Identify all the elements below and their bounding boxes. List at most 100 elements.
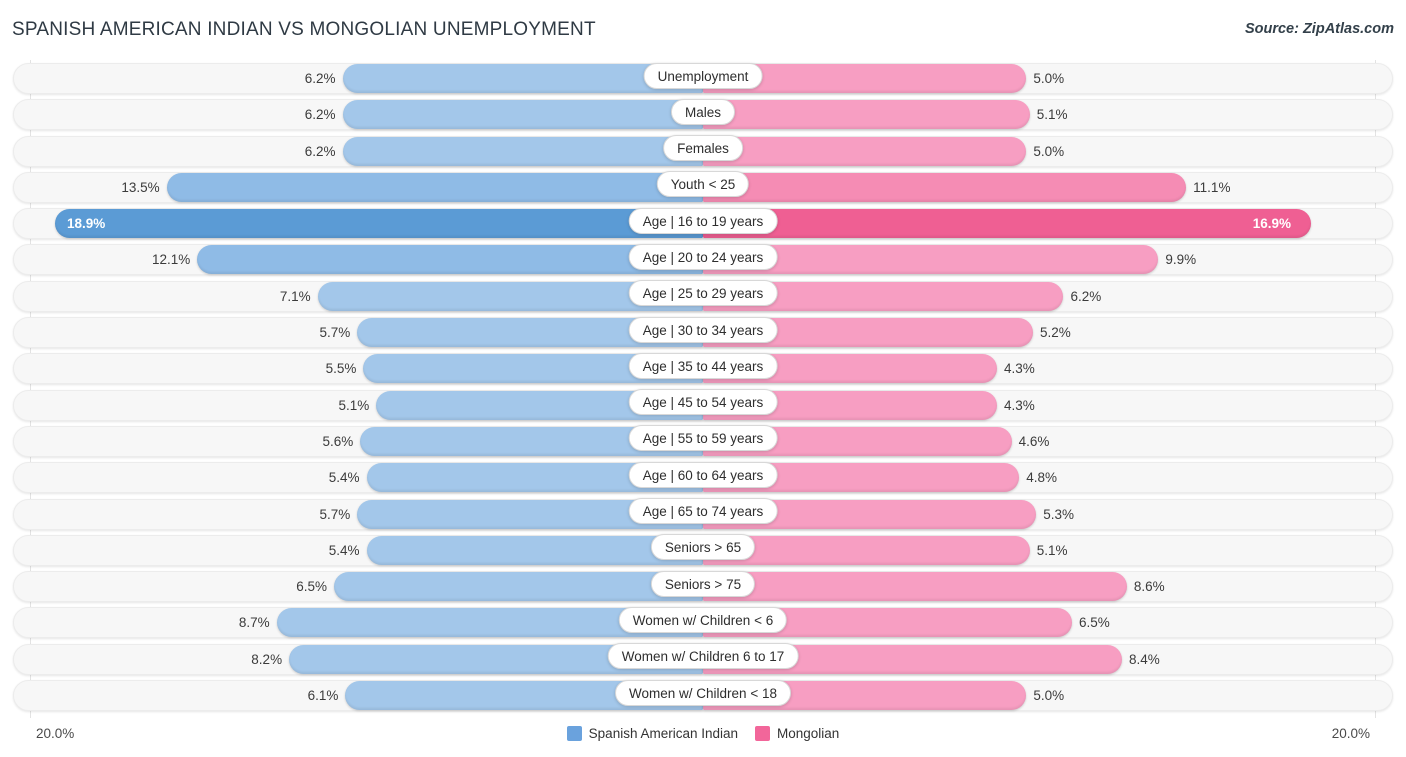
value-label-left: 5.4% — [328, 470, 360, 486]
legend-swatch-icon — [755, 726, 771, 741]
legend-label: Mongolian — [777, 726, 840, 741]
bar-spanish-american-indian[interactable] — [342, 136, 703, 166]
row-category-label[interactable]: Age | 35 to 44 years — [628, 352, 778, 379]
row-category-label[interactable]: Age | 45 to 54 years — [628, 389, 778, 416]
row-bars: 13.5% 11.1% Youth < 25 — [0, 171, 1406, 202]
row-bars: 5.5% 4.3% Age | 35 to 44 years — [0, 352, 1406, 384]
bar-spanish-american-indian[interactable] — [342, 100, 703, 130]
table-row[interactable]: 6.2% 5.1% Males — [0, 96, 1406, 132]
bar-spanish-american-indian[interactable] — [166, 172, 703, 202]
value-label-right: 5.0% — [1033, 688, 1065, 704]
bar-mongolian[interactable] — [703, 100, 1030, 130]
row-bars: 6.2% 5.0% Unemployment — [0, 62, 1406, 93]
bar-spanish-american-indian[interactable] — [334, 572, 703, 602]
row-category-label[interactable]: Age | 25 to 29 years — [628, 280, 778, 307]
value-label-right: 8.6% — [1133, 579, 1165, 595]
row-category-label[interactable]: Females — [663, 135, 743, 162]
value-label-left: 5.6% — [322, 433, 354, 449]
table-row[interactable]: 8.7% 6.5% Women w/ Children < 6 — [0, 604, 1406, 640]
table-row[interactable]: 6.2% 5.0% Females — [0, 133, 1406, 169]
page-title: SPANISH AMERICAN INDIAN VS MONGOLIAN UNE… — [12, 19, 596, 40]
value-label-left: 5.4% — [328, 542, 360, 558]
source-label: Source: ZipAtlas.com — [1244, 21, 1394, 37]
table-row[interactable]: 5.5% 4.3% Age | 35 to 44 years — [0, 350, 1406, 386]
row-bars: 6.2% 5.1% Males — [0, 98, 1406, 130]
value-label-left: 5.7% — [319, 325, 351, 341]
row-category-label[interactable]: Seniors > 75 — [650, 570, 756, 597]
table-row[interactable]: 6.2% 5.0% Unemployment — [0, 60, 1406, 96]
bar-spanish-american-indian[interactable] — [197, 245, 703, 275]
bar-mongolian[interactable] — [703, 172, 1187, 202]
table-row[interactable]: 5.7% 5.2% Age | 30 to 34 years — [0, 314, 1406, 350]
bar-mongolian[interactable] — [703, 136, 1027, 166]
bar-mongolian[interactable] — [703, 572, 1127, 602]
row-category-label[interactable]: Age | 65 to 74 years — [628, 498, 778, 525]
table-row[interactable]: 12.1% 9.9% Age | 20 to 24 years — [0, 241, 1406, 277]
value-label-left: 6.2% — [304, 107, 336, 123]
value-label-left: 5.7% — [319, 506, 351, 522]
table-row[interactable]: 8.2% 8.4% Women w/ Children 6 to 17 — [0, 641, 1406, 677]
value-label-right: 9.9% — [1165, 252, 1197, 268]
table-row[interactable]: 5.6% 4.6% Age | 55 to 59 years — [0, 423, 1406, 459]
row-category-label[interactable]: Unemployment — [643, 62, 763, 89]
row-category-label[interactable]: Age | 16 to 19 years — [628, 207, 778, 234]
table-row[interactable]: 18.9% 16.9% Age | 16 to 19 years — [0, 205, 1406, 241]
table-row[interactable]: 6.1% 5.0% Women w/ Children < 18 — [0, 677, 1406, 713]
row-bars: 6.5% 8.6% Seniors > 75 — [0, 570, 1406, 602]
row-category-label[interactable]: Seniors > 65 — [650, 534, 756, 561]
value-label-left: 6.2% — [304, 71, 336, 86]
row-bars: 5.4% 5.1% Seniors > 65 — [0, 534, 1406, 565]
row-category-label[interactable]: Youth < 25 — [656, 171, 750, 198]
chart-header: SPANISH AMERICAN INDIAN VS MONGOLIAN UNE… — [0, 0, 1406, 58]
table-row[interactable]: 5.7% 5.3% Age | 65 to 74 years — [0, 496, 1406, 532]
value-label-right: 5.3% — [1043, 506, 1075, 522]
value-label-right: 5.0% — [1033, 143, 1065, 159]
row-category-label[interactable]: Age | 30 to 34 years — [628, 316, 778, 343]
value-label-left: 6.5% — [296, 579, 328, 595]
value-label-right: 11.1% — [1193, 179, 1231, 195]
row-bars: 5.7% 5.2% Age | 30 to 34 years — [0, 316, 1406, 348]
chart-footer: 20.0% 20.0% Spanish American Indian Mongo… — [0, 718, 1406, 757]
value-label-left: 13.5% — [121, 179, 160, 195]
row-category-label[interactable]: Age | 20 to 24 years — [628, 243, 778, 270]
chart-root: SPANISH AMERICAN INDIAN VS MONGOLIAN UNE… — [0, 0, 1406, 757]
bar-mongolian[interactable] — [703, 209, 1311, 239]
plot-area: 6.2% 5.0% Unemployment 6.2% 5.1% Males 6.2% 5.0… — [0, 60, 1406, 718]
row-bars: 6.2% 5.0% Females — [0, 135, 1406, 166]
table-row[interactable]: 5.4% 4.8% Age | 60 to 64 years — [0, 459, 1406, 495]
bar-row-list: 6.2% 5.0% Unemployment 6.2% 5.1% Males 6.2% 5.0… — [0, 60, 1406, 713]
row-category-label[interactable]: Age | 55 to 59 years — [628, 425, 778, 452]
value-label-right: 6.2% — [1070, 288, 1102, 304]
table-row[interactable]: 6.5% 8.6% Seniors > 75 — [0, 568, 1406, 604]
legend: Spanish American Indian Mongolian — [0, 726, 1406, 741]
value-label-right: 5.1% — [1036, 542, 1068, 558]
value-label-left: 12.1% — [152, 252, 191, 268]
legend-item[interactable]: Spanish American Indian — [566, 726, 739, 741]
row-bars: 7.1% 6.2% Age | 25 to 29 years — [0, 280, 1406, 311]
row-category-label[interactable]: Women w/ Children < 18 — [615, 679, 791, 706]
row-bars: 8.2% 8.4% Women w/ Children 6 to 17 — [0, 643, 1406, 674]
row-bars: 8.7% 6.5% Women w/ Children < 6 — [0, 606, 1406, 638]
table-row[interactable]: 13.5% 11.1% Youth < 25 — [0, 169, 1406, 205]
value-label-left: 8.2% — [251, 651, 283, 667]
row-bars: 5.6% 4.6% Age | 55 to 59 years — [0, 425, 1406, 456]
legend-label: Spanish American Indian — [588, 726, 739, 741]
value-label-left: 8.7% — [238, 615, 270, 631]
table-row[interactable]: 7.1% 6.2% Age | 25 to 29 years — [0, 278, 1406, 314]
row-bars: 6.1% 5.0% Women w/ Children < 18 — [0, 679, 1406, 711]
row-bars: 5.1% 4.3% Age | 45 to 54 years — [0, 389, 1406, 420]
bar-spanish-american-indian[interactable] — [55, 209, 703, 239]
legend-item[interactable]: Mongolian — [755, 726, 839, 741]
value-label-right: 5.1% — [1036, 107, 1068, 123]
row-category-label[interactable]: Women w/ Children < 6 — [618, 606, 788, 633]
table-row[interactable]: 5.1% 4.3% Age | 45 to 54 years — [0, 387, 1406, 423]
row-bars: 5.7% 5.3% Age | 65 to 74 years — [0, 498, 1406, 529]
row-category-label[interactable]: Males — [670, 98, 736, 125]
value-label-left: 5.1% — [338, 397, 370, 413]
table-row[interactable]: 5.4% 5.1% Seniors > 65 — [0, 532, 1406, 568]
value-label-right: 16.9% — [1252, 216, 1291, 232]
row-category-label[interactable]: Age | 60 to 64 years — [628, 461, 778, 488]
row-bars: 12.1% 9.9% Age | 20 to 24 years — [0, 243, 1406, 275]
row-bars: 18.9% 16.9% Age | 16 to 19 years — [0, 207, 1406, 239]
row-category-label[interactable]: Women w/ Children 6 to 17 — [607, 643, 799, 670]
